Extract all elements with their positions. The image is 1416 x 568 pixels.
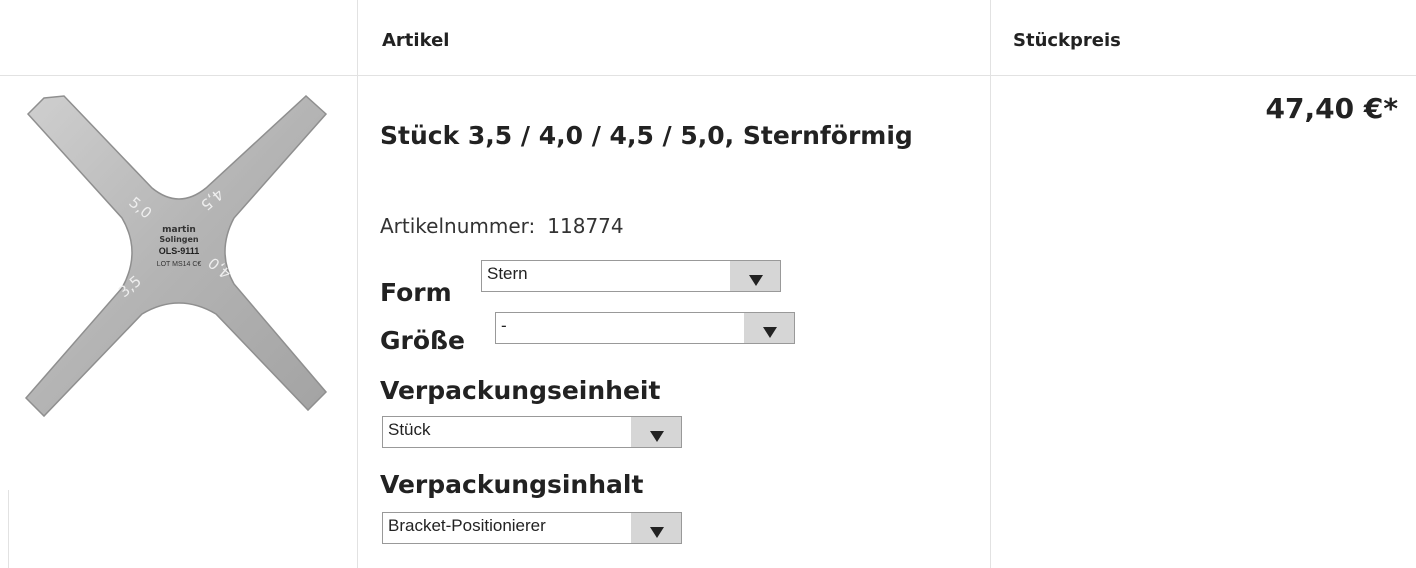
column-divider xyxy=(8,490,9,568)
packaging-unit-select[interactable]: Stück xyxy=(382,416,682,448)
star-positioner-shape xyxy=(24,94,328,418)
packaging-content-select[interactable]: Bracket-Positionierer xyxy=(382,512,682,544)
article-number-label: Artikelnummer: xyxy=(380,214,536,238)
column-header-article: Artikel xyxy=(382,30,450,51)
chevron-down-icon[interactable] xyxy=(631,513,681,543)
product-table: Artikel Stückpreis martin Solingen OLS-9… xyxy=(0,0,1416,568)
lot-engraving: LOT MS14 C€ xyxy=(157,261,202,268)
brand-engraving: Solingen xyxy=(159,235,199,244)
form-label: Form xyxy=(380,278,452,307)
model-engraving: OLS-9111 xyxy=(159,246,200,256)
column-divider xyxy=(357,0,358,568)
packaging-content-label: Verpackungsinhalt xyxy=(380,470,644,499)
size-select[interactable]: - xyxy=(495,312,795,344)
size-label: Größe xyxy=(380,326,465,355)
packaging-content-select-value: Bracket-Positionierer xyxy=(388,516,546,535)
packaging-unit-select-value: Stück xyxy=(388,420,431,439)
product-image[interactable]: martin Solingen OLS-9111 LOT MS14 C€ 5,0… xyxy=(20,92,338,422)
article-number-row: Artikelnummer: 118774 xyxy=(380,214,624,238)
form-select-value: Stern xyxy=(487,264,528,283)
header-divider xyxy=(0,75,1416,76)
product-title[interactable]: Stück 3,5 / 4,0 / 4,5 / 5,0, Sternförmig xyxy=(380,108,970,164)
unit-price: 47,40 €* xyxy=(1265,92,1398,125)
column-header-price: Stückpreis xyxy=(1013,30,1121,51)
size-select-value: - xyxy=(501,316,507,335)
brand-engraving: martin xyxy=(162,225,196,235)
column-divider xyxy=(990,0,991,568)
packaging-unit-label: Verpackungseinheit xyxy=(380,376,661,405)
chevron-down-icon[interactable] xyxy=(631,417,681,447)
article-number-value: 118774 xyxy=(547,214,624,238)
chevron-down-icon[interactable] xyxy=(730,261,780,291)
chevron-down-icon[interactable] xyxy=(744,313,794,343)
form-select[interactable]: Stern xyxy=(481,260,781,292)
